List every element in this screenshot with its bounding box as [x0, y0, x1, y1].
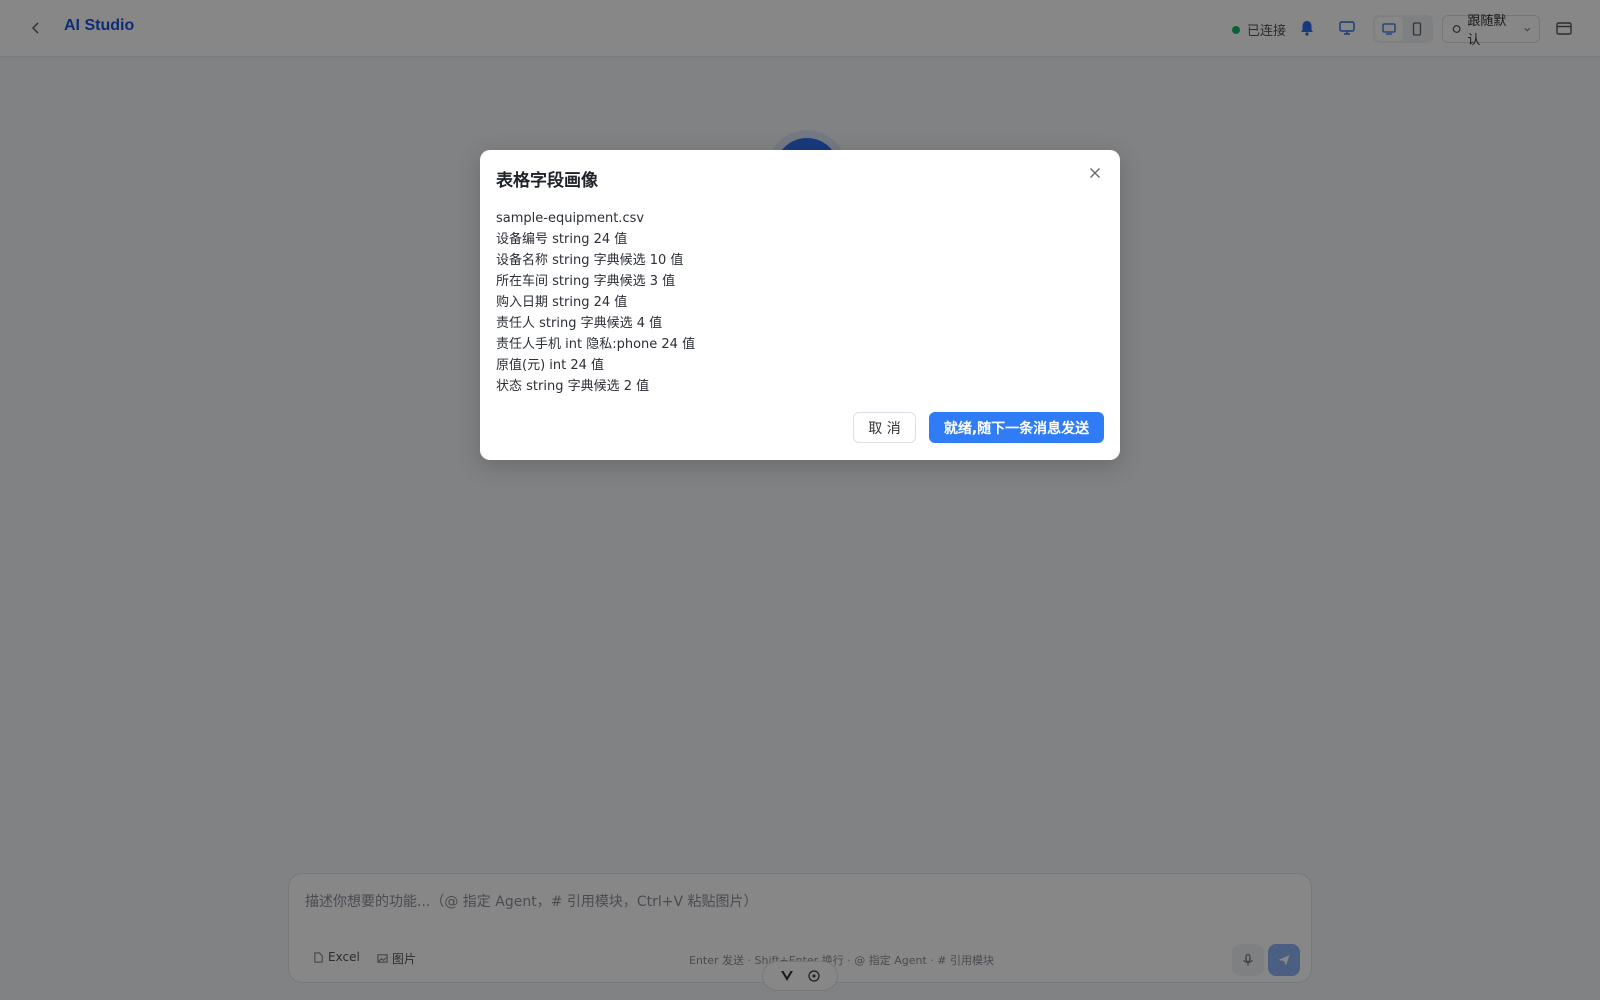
field-row: 购入日期 string 24 值: [496, 295, 628, 310]
field-row: 责任人手机 int 隐私:phone 24 值: [496, 337, 696, 352]
field-row: 设备名称 string 字典候选 10 值: [496, 253, 684, 268]
file-name: sample-equipment.csv: [496, 211, 645, 226]
cancel-button[interactable]: 取 消: [853, 412, 916, 443]
field-list: sample-equipment.csv 设备编号 string 24 值 设备…: [496, 208, 1096, 397]
field-row: 设备编号 string 24 值: [496, 232, 628, 247]
field-row: 所在车间 string 字典候选 3 值: [496, 274, 676, 289]
dialog-title: 表格字段画像: [496, 171, 598, 191]
field-row: 责任人 string 字典候选 4 值: [496, 316, 663, 331]
confirm-send-button[interactable]: 就绪,随下一条消息发送: [929, 412, 1104, 443]
field-row: 原值(元) int 24 值: [496, 358, 605, 373]
close-icon[interactable]: [1086, 164, 1104, 182]
field-profile-dialog: 表格字段画像 sample-equipment.csv 设备编号 string …: [480, 150, 1120, 460]
field-row: 状态 string 字典候选 2 值: [496, 379, 650, 394]
